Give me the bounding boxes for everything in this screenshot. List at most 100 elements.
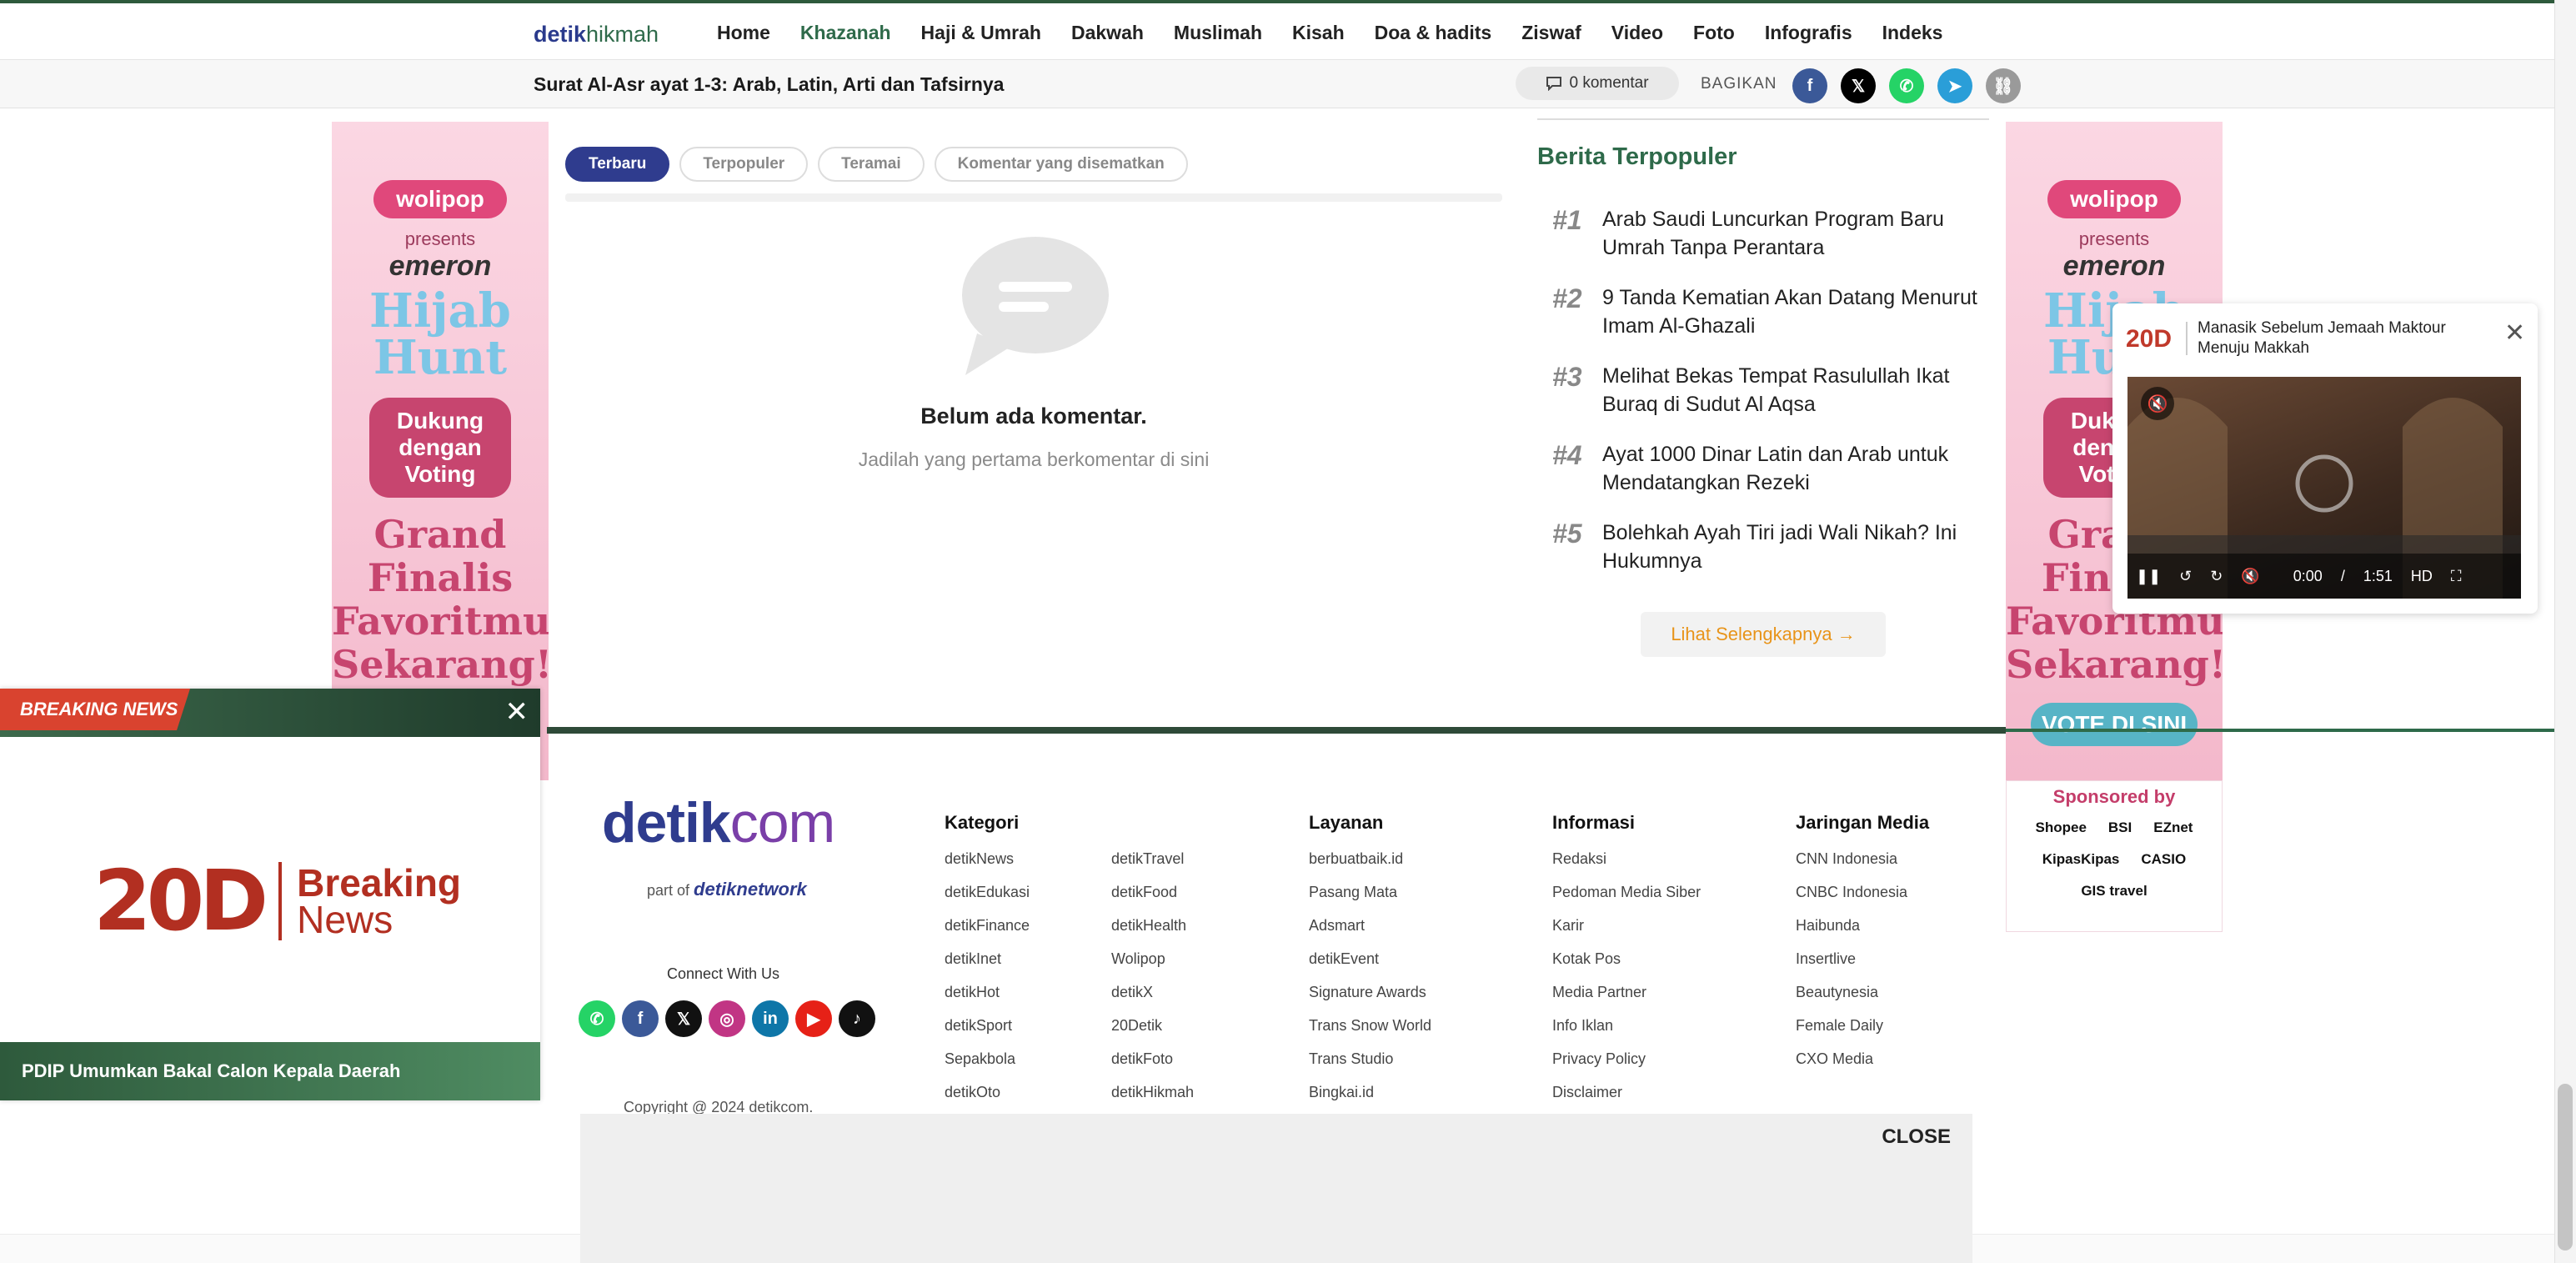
footer-link[interactable]: detikHealth	[1111, 917, 1194, 950]
facebook-icon[interactable]: f	[1792, 68, 1827, 103]
footer-link[interactable]: Wolipop	[1111, 950, 1194, 984]
left-side-ad[interactable]: wolipop presents emeron Hijab Hunt Dukun…	[332, 122, 549, 780]
link-icon[interactable]: ⛓	[1986, 68, 2021, 103]
footer-link[interactable]: Privacy Policy	[1552, 1050, 1701, 1084]
footer-link[interactable]: detikInet	[945, 950, 1030, 984]
footer-link[interactable]: CNN Indonesia	[1796, 850, 1907, 884]
telegram-icon[interactable]: ➤	[1937, 68, 1972, 103]
footer-link[interactable]: Signature Awards	[1309, 984, 1431, 1017]
pause-icon[interactable]: ❚❚	[2136, 568, 2161, 585]
fullscreen-icon[interactable]: ⛶	[2451, 568, 2462, 585]
nav-link-ziswaf[interactable]: Ziswaf	[1521, 22, 1581, 44]
popular-item[interactable]: #5 Bolehkah Ayah Tiri jadi Wali Nikah? In…	[1552, 519, 1994, 575]
nav-link-kisah[interactable]: Kisah	[1292, 22, 1345, 44]
tab-teramai[interactable]: Teramai	[818, 147, 925, 182]
popular-item[interactable]: #4 Ayat 1000 Dinar Latin dan Arab untuk M…	[1552, 440, 1994, 497]
nav-link-home[interactable]: Home	[717, 22, 770, 44]
rewind-icon[interactable]: ↺	[2179, 568, 2192, 585]
nav-link-indeks[interactable]: Indeks	[1882, 22, 1943, 44]
footer-link[interactable]: 20Detik	[1111, 1017, 1194, 1050]
footer-link[interactable]: Insertlive	[1796, 950, 1907, 984]
ad-vote-button[interactable]: VOTE DI SINI	[2031, 703, 2198, 746]
footer-link[interactable]: CXO Media	[1796, 1050, 1907, 1084]
facebook-icon[interactable]: f	[622, 1000, 659, 1037]
x-icon[interactable]: 𝕏	[665, 1000, 702, 1037]
footer-link[interactable]: detikNews	[945, 850, 1030, 884]
nav-link-infografis[interactable]: Infografis	[1765, 22, 1852, 44]
article-title: Surat Al-Asr ayat 1-3: Arab, Latin, Arti…	[534, 73, 1005, 95]
footer-link[interactable]: detikEvent	[1309, 950, 1431, 984]
footer-link[interactable]: Pedoman Media Siber	[1552, 884, 1701, 917]
footer-link[interactable]: Bingkai.id	[1309, 1084, 1431, 1117]
breaking-news-popup: BREAKING NEWS ✕ 20D Breaking News PDIP Um…	[0, 689, 540, 1100]
scrollbar-thumb[interactable]	[2558, 1084, 2573, 1250]
footer-link[interactable]: detikX	[1111, 984, 1194, 1017]
footer-link[interactable]: detikFood	[1111, 884, 1194, 917]
footer-link[interactable]: Haibunda	[1796, 917, 1907, 950]
footer-link[interactable]: detikTravel	[1111, 850, 1194, 884]
site-logo[interactable]: detikhikmah	[534, 22, 659, 48]
footer-link[interactable]: Trans Studio	[1309, 1050, 1431, 1084]
popular-item[interactable]: #3 Melihat Bekas Tempat Rasulullah Ikat B…	[1552, 362, 1994, 418]
footer-link[interactable]: Trans Snow World	[1309, 1017, 1431, 1050]
hd-icon[interactable]: HD	[2411, 568, 2433, 585]
footer-link[interactable]: Adsmart	[1309, 917, 1431, 950]
footer-link[interactable]: Info Iklan	[1552, 1017, 1701, 1050]
footer-link[interactable]: detikHot	[945, 984, 1030, 1017]
linkedin-icon[interactable]: in	[752, 1000, 789, 1037]
popular-item[interactable]: #1 Arab Saudi Luncurkan Program Baru Umra…	[1552, 205, 1994, 262]
footer-link[interactable]: CNBC Indonesia	[1796, 884, 1907, 917]
forward-icon[interactable]: ↻	[2210, 568, 2223, 585]
comment-count-button[interactable]: 0 komentar	[1516, 67, 1679, 100]
footer-link[interactable]: Karir	[1552, 917, 1701, 950]
popular-headline[interactable]: 9 Tanda Kematian Akan Datang Menurut Ima…	[1602, 283, 1994, 340]
nav-link-haji-umrah[interactable]: Haji & Umrah	[921, 22, 1041, 44]
footer-link[interactable]: Pasang Mata	[1309, 884, 1431, 917]
footer-link[interactable]: Redaksi	[1552, 850, 1701, 884]
instagram-icon[interactable]: ◎	[709, 1000, 745, 1037]
tab-terpopuler[interactable]: Terpopuler	[679, 147, 809, 182]
close-icon[interactable]: ✕	[2504, 318, 2525, 348]
muted-icon[interactable]: 🔇	[2141, 387, 2174, 420]
footer-link[interactable]: berbuatbaik.id	[1309, 850, 1431, 884]
footer-link[interactable]: detikFinance	[945, 917, 1030, 950]
whatsapp-icon[interactable]: ✆	[579, 1000, 615, 1037]
see-more-button[interactable]: Lihat Selengkapnya →	[1641, 612, 1886, 657]
footer-link[interactable]: detikFoto	[1111, 1050, 1194, 1084]
part-of-network[interactable]: part of detiknetwork	[647, 879, 807, 900]
volume-muted-icon[interactable]: 🔇	[2241, 568, 2259, 585]
tab-terbaru[interactable]: Terbaru	[565, 147, 670, 182]
footer-link[interactable]: Kotak Pos	[1552, 950, 1701, 984]
close-icon[interactable]: ✕	[505, 695, 529, 729]
youtube-icon[interactable]: ▶	[795, 1000, 832, 1037]
footer-link[interactable]: detikOto	[945, 1084, 1030, 1117]
footer-link[interactable]: Sepakbola	[945, 1050, 1030, 1084]
popular-headline[interactable]: Bolehkah Ayah Tiri jadi Wali Nikah? Ini …	[1602, 519, 1994, 575]
footer-link[interactable]: Disclaimer	[1552, 1084, 1701, 1117]
close-ad-button[interactable]: CLOSE	[1882, 1125, 1951, 1149]
tiktok-icon[interactable]: ♪	[839, 1000, 875, 1037]
tab-komentar-yang-disematkan[interactable]: Komentar yang disematkan	[934, 147, 1188, 182]
nav-link-video[interactable]: Video	[1611, 22, 1663, 44]
breaking-headline[interactable]: PDIP Umumkan Bakal Calon Kepala Daerah	[0, 1042, 540, 1100]
nav-link-dakwah[interactable]: Dakwah	[1071, 22, 1144, 44]
popular-headline[interactable]: Ayat 1000 Dinar Latin dan Arab untuk Men…	[1602, 440, 1994, 497]
footer-link[interactable]: Female Daily	[1796, 1017, 1907, 1050]
nav-link-doa-hadits[interactable]: Doa & hadits	[1375, 22, 1492, 44]
footer-link[interactable]: detikHikmah	[1111, 1084, 1194, 1117]
footer-logo[interactable]: detikcom	[602, 790, 835, 855]
nav-link-foto[interactable]: Foto	[1693, 22, 1735, 44]
footer-link[interactable]: detikEdukasi	[945, 884, 1030, 917]
x-icon[interactable]: 𝕏	[1841, 68, 1876, 103]
whatsapp-icon[interactable]: ✆	[1889, 68, 1924, 103]
footer-link[interactable]: Media Partner	[1552, 984, 1701, 1017]
nav-link-muslimah[interactable]: Muslimah	[1174, 22, 1262, 44]
popular-headline[interactable]: Melihat Bekas Tempat Rasulullah Ikat Bur…	[1602, 362, 1994, 418]
footer-link[interactable]: Beautynesia	[1796, 984, 1907, 1017]
nav-link-khazanah[interactable]: Khazanah	[800, 22, 891, 44]
ad-emeron: emeron	[388, 250, 492, 282]
popular-item[interactable]: #2 9 Tanda Kematian Akan Datang Menurut I…	[1552, 283, 1994, 340]
popular-headline[interactable]: Arab Saudi Luncurkan Program Baru Umrah …	[1602, 205, 1994, 262]
footer-link[interactable]: detikSport	[945, 1017, 1030, 1050]
scrollbar-track[interactable]	[2554, 0, 2576, 1263]
